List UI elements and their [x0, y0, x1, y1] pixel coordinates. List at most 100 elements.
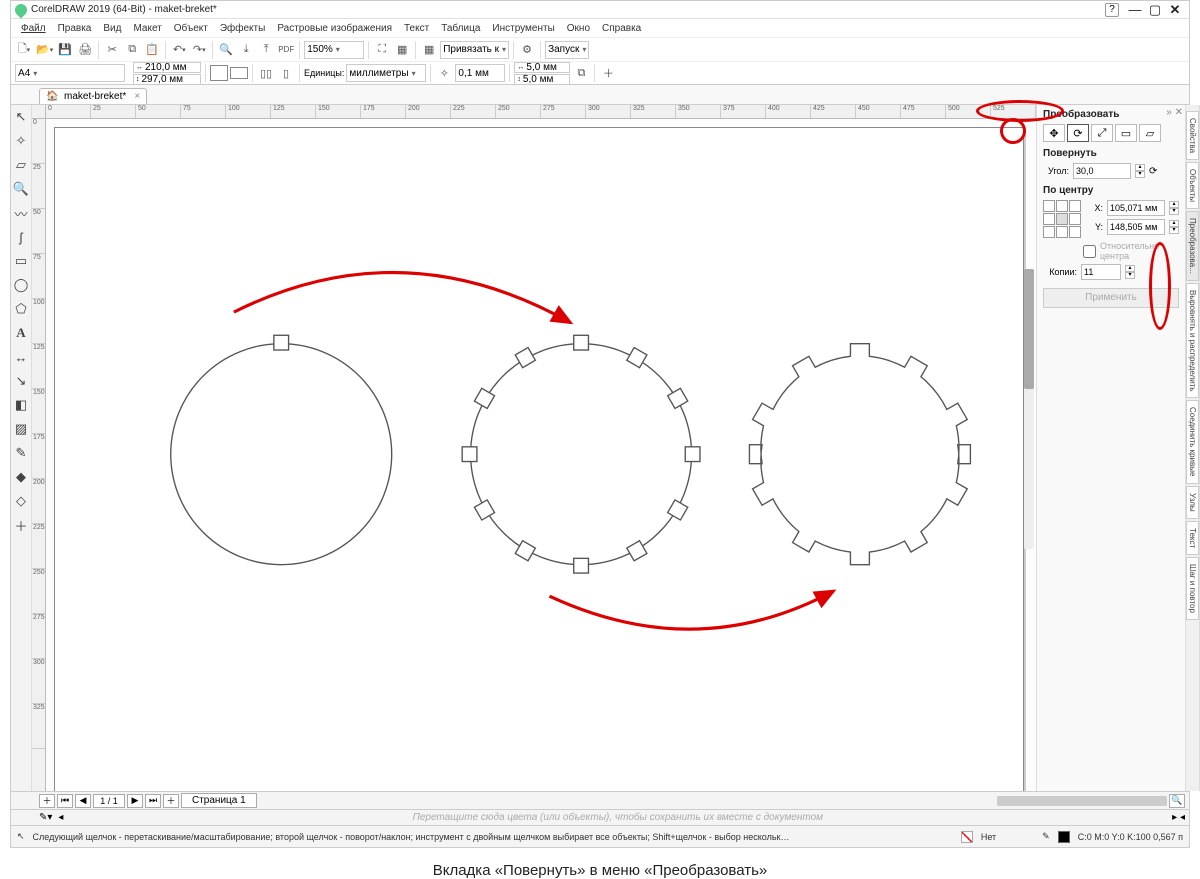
- angle-input[interactable]: 30,0: [1073, 163, 1131, 179]
- current-page-button[interactable]: ▯: [277, 64, 295, 82]
- transform-tab-scale[interactable]: ⤢: [1091, 124, 1113, 142]
- vtab-nodes[interactable]: Узлы: [1186, 486, 1199, 519]
- vtab-transform[interactable]: Преобразова...: [1186, 211, 1199, 281]
- freehand-tool[interactable]: 〰: [11, 203, 31, 223]
- menu-help[interactable]: Справка: [596, 21, 647, 36]
- menu-bitmaps[interactable]: Растровые изображения: [271, 21, 398, 36]
- fill-none-swatch[interactable]: [961, 831, 973, 843]
- document-tab[interactable]: 🏠 maket-breket* ×: [39, 88, 147, 104]
- cut-button[interactable]: ✂: [103, 41, 121, 59]
- menu-window[interactable]: Окно: [561, 21, 596, 36]
- show-rulers-button[interactable]: ▦: [393, 41, 411, 59]
- menu-object[interactable]: Объект: [168, 21, 214, 36]
- swatch-area-handle-r[interactable]: ▸ ◂: [1172, 812, 1185, 823]
- menu-tools[interactable]: Инструменты: [486, 21, 560, 36]
- connector-tool[interactable]: ↘: [11, 371, 31, 391]
- swatch-area-handle[interactable]: ◂: [58, 812, 63, 823]
- vtab-align[interactable]: Выровнять и распределить: [1186, 283, 1199, 399]
- vtab-join-curves[interactable]: Соединить кривые: [1186, 400, 1199, 483]
- anchor-grid[interactable]: [1043, 200, 1081, 238]
- export-button[interactable]: ⤒: [257, 41, 275, 59]
- crop-tool[interactable]: ▱: [11, 155, 31, 175]
- page-height-input[interactable]: ↕297,0 мм: [133, 74, 201, 85]
- zoom-tool[interactable]: 🔍: [11, 179, 31, 199]
- portrait-button[interactable]: [210, 65, 228, 81]
- horizontal-ruler[interactable]: 025 5075 100125 150175 200225 250275 300…: [32, 105, 1036, 119]
- page-last-button[interactable]: ⏭: [145, 794, 161, 808]
- units-dropdown[interactable]: миллиметры ▾: [346, 64, 426, 82]
- snap-options-button[interactable]: ▦: [420, 41, 438, 59]
- page-prev-button[interactable]: ◀: [75, 794, 91, 808]
- duplicate-button[interactable]: ⧉: [572, 64, 590, 82]
- horizontal-scrollbar[interactable]: [997, 796, 1167, 806]
- vtab-objects[interactable]: Объекты: [1186, 162, 1199, 209]
- copy-button[interactable]: ⧉: [123, 41, 141, 59]
- vtab-text[interactable]: Текст: [1186, 521, 1199, 555]
- new-doc-button[interactable]: 🗋▾: [15, 41, 33, 59]
- copies-spinner[interactable]: ▴▾: [1125, 265, 1135, 279]
- launch-dropdown[interactable]: Запуск ▾: [545, 41, 589, 59]
- x-spinner[interactable]: ▴▾: [1169, 201, 1179, 215]
- eyedropper-tool[interactable]: ✎: [11, 443, 31, 463]
- center-x-input[interactable]: 105,071 мм: [1107, 200, 1165, 216]
- options-button[interactable]: ⚙: [518, 41, 536, 59]
- pick-tool[interactable]: ↖: [11, 107, 31, 127]
- snap-to-dropdown[interactable]: Привязать к ▾: [440, 41, 509, 59]
- landscape-button[interactable]: [230, 67, 248, 79]
- artistic-media-tool[interactable]: ʃ: [11, 227, 31, 247]
- save-button[interactable]: 💾: [56, 41, 74, 59]
- transform-tab-rotate[interactable]: ⟳: [1067, 124, 1089, 142]
- close-button[interactable]: ✕: [1165, 3, 1185, 17]
- menu-table[interactable]: Таблица: [435, 21, 486, 36]
- vertical-ruler[interactable]: 025 5075 100125 150175 200225 250275 300…: [32, 119, 46, 791]
- fill-tool[interactable]: ◆: [11, 467, 31, 487]
- maximize-button[interactable]: ▢: [1145, 3, 1165, 17]
- transform-tab-position[interactable]: ✥: [1043, 124, 1065, 142]
- menu-layout[interactable]: Макет: [127, 21, 167, 36]
- page-add-button[interactable]: ＋: [39, 794, 55, 808]
- y-spinner[interactable]: ▴▾: [1169, 220, 1179, 234]
- page-next-button[interactable]: ▶: [127, 794, 143, 808]
- redo-button[interactable]: ↷▾: [190, 41, 208, 59]
- menu-text[interactable]: Текст: [398, 21, 435, 36]
- menu-file[interactable]: Файл: [15, 21, 52, 36]
- page-width-input[interactable]: ↔210,0 мм: [133, 62, 201, 73]
- rectangle-tool[interactable]: ▭: [11, 251, 31, 271]
- page-preset-dropdown[interactable]: A4 ▾: [15, 64, 125, 82]
- dropper-icon[interactable]: ✎▾: [39, 812, 52, 823]
- print-button[interactable]: 🖨: [76, 41, 94, 59]
- relative-center-checkbox[interactable]: [1083, 245, 1096, 258]
- tab-close-icon[interactable]: ×: [134, 91, 140, 102]
- shape-tool[interactable]: ✧: [11, 131, 31, 151]
- vertical-scrollbar[interactable]: [1024, 269, 1034, 549]
- nudge-input[interactable]: 0,1 мм: [455, 64, 505, 82]
- menu-view[interactable]: Вид: [97, 21, 127, 36]
- all-pages-button[interactable]: ▯▯: [257, 64, 275, 82]
- ellipse-tool[interactable]: ◯: [11, 275, 31, 295]
- docker-close-icon[interactable]: » ✕: [1166, 107, 1183, 118]
- nav-zoom-button[interactable]: 🔍: [1169, 794, 1185, 808]
- page-tab-1[interactable]: Страница 1: [181, 793, 257, 808]
- vtab-step-repeat[interactable]: Шаг и повтор: [1186, 557, 1199, 620]
- parallel-dim-tool[interactable]: ↔: [11, 347, 31, 367]
- import-button[interactable]: ⤓: [237, 41, 255, 59]
- page-add-after-button[interactable]: ＋: [163, 794, 179, 808]
- text-tool[interactable]: A: [11, 323, 31, 343]
- copies-input[interactable]: 11: [1081, 264, 1121, 280]
- transform-tab-skew[interactable]: ▱: [1139, 124, 1161, 142]
- fullscreen-button[interactable]: ⛶: [373, 41, 391, 59]
- open-button[interactable]: 📂▾: [35, 41, 54, 59]
- dup-y-input[interactable]: ↕5,0 мм: [514, 74, 570, 85]
- transparency-tool[interactable]: ▨: [11, 419, 31, 439]
- outline-tool[interactable]: ◇: [11, 491, 31, 511]
- undo-button[interactable]: ↶▾: [170, 41, 188, 59]
- outline-swatch[interactable]: [1058, 831, 1070, 843]
- apply-button[interactable]: Применить: [1043, 288, 1179, 308]
- add-tool[interactable]: ＋: [11, 515, 31, 535]
- add-toolbar-item[interactable]: ＋: [599, 64, 617, 82]
- polygon-tool[interactable]: ⬠: [11, 299, 31, 319]
- minimize-button[interactable]: —: [1125, 3, 1145, 17]
- center-y-input[interactable]: 148,505 мм: [1107, 219, 1165, 235]
- drawing-canvas[interactable]: [54, 127, 1024, 791]
- help-icon[interactable]: ?: [1105, 3, 1119, 17]
